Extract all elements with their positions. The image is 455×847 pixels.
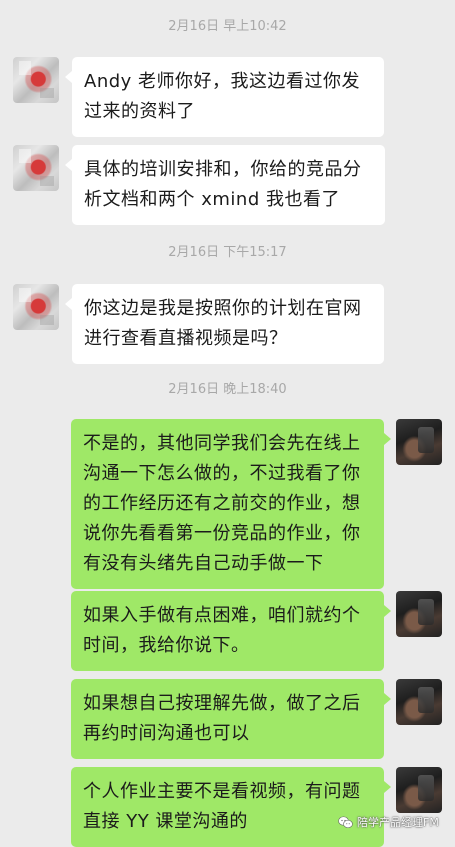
user-avatar[interactable] bbox=[396, 679, 442, 725]
watermark-text: 陪学产品经理FM bbox=[357, 816, 439, 829]
user-avatar[interactable] bbox=[396, 419, 442, 465]
message-text: 个人作业主要不是看视频，有问题直接 YY 课堂沟通的 bbox=[83, 781, 361, 832]
received-message-1[interactable]: Andy 老师你好，我这边看过你发过来的资料了 bbox=[65, 57, 384, 137]
timestamp-1: 2月16日 早上10:42 bbox=[168, 19, 287, 34]
message-text: 你这边是我是按照你的计划在官网进行查看直播视频是吗？ bbox=[84, 298, 362, 349]
received-message-2[interactable]: 具体的培训安排和，你给的竞品分析文档和两个 xmind 我也看了 bbox=[65, 145, 385, 225]
timestamp-3: 2月16日 晚上18:40 bbox=[168, 382, 287, 397]
user-avatar[interactable] bbox=[396, 591, 442, 637]
timestamp-2: 2月16日 下午15:17 bbox=[168, 245, 287, 260]
message-text: 具体的培训安排和，你给的竞品分析文档和两个 xmind 我也看了 bbox=[84, 159, 362, 210]
contact-avatar[interactable] bbox=[13, 145, 59, 191]
message-text: 不是的，其他同学我们会先在线上沟通一下怎么做的，不过我看了你的工作经历还有之前交… bbox=[83, 433, 361, 574]
wechat-logo-icon bbox=[338, 815, 353, 828]
received-message-3[interactable]: 你这边是我是按照你的计划在官网进行查看直播视频是吗？ bbox=[65, 284, 384, 364]
sent-message-1[interactable]: 不是的，其他同学我们会先在线上沟通一下怎么做的，不过我看了你的工作经历还有之前交… bbox=[71, 419, 391, 589]
message-text: 如果入手做有点困难，咱们就约个时间，我给你说下。 bbox=[83, 605, 361, 656]
message-text: Andy 老师你好，我这边看过你发过来的资料了 bbox=[84, 71, 361, 122]
contact-avatar[interactable] bbox=[13, 57, 59, 103]
sent-message-4[interactable]: 个人作业主要不是看视频，有问题直接 YY 课堂沟通的 bbox=[71, 767, 391, 847]
watermark: 陪学产品经理FM bbox=[338, 812, 439, 832]
contact-avatar[interactable] bbox=[13, 284, 59, 330]
user-avatar[interactable] bbox=[396, 767, 442, 813]
chat-history[interactable]: 2月16日 早上10:42 Andy 老师你好，我这边看过你发过来的资料了 具体… bbox=[0, 0, 455, 847]
sent-message-2[interactable]: 如果入手做有点困难，咱们就约个时间，我给你说下。 bbox=[71, 591, 391, 671]
message-text: 如果想自己按理解先做，做了之后再约时间沟通也可以 bbox=[83, 693, 361, 744]
sent-message-3[interactable]: 如果想自己按理解先做，做了之后再约时间沟通也可以 bbox=[71, 679, 391, 759]
